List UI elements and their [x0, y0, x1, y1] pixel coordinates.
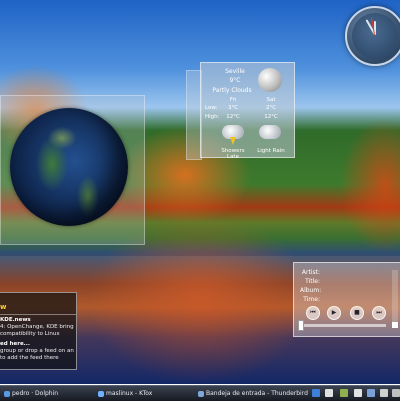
taskbar-task-kftox[interactable]: maslinux - KTox: [98, 389, 152, 399]
lightning-bolt-icon: [230, 137, 236, 145]
weather-day-name: Sat: [266, 97, 276, 103]
moon-cloud-icon: [258, 68, 282, 92]
tray-volume-icon[interactable]: [380, 389, 388, 397]
rain-cloud-icon: [259, 125, 281, 139]
seek-slider-handle[interactable]: [298, 320, 304, 331]
weather-widget[interactable]: Seville 9°C Partly Clouds Fri Sat Low: 3…: [200, 62, 295, 160]
tray-clock-icon[interactable]: [392, 389, 400, 397]
feed-item[interactable]: KDE.news 4: OpenChange, KDE bring compat…: [0, 317, 74, 338]
weather-day-low: 2°C: [265, 105, 277, 111]
play-icon[interactable]: ▶: [327, 306, 341, 320]
mail-icon: [198, 390, 204, 397]
tray-arrow-icon[interactable]: [325, 389, 333, 397]
weather-city: Seville: [225, 68, 245, 75]
feed-item-text: group or drop a feed on an to add the fe…: [0, 348, 74, 362]
earth-globe-icon[interactable]: [10, 108, 128, 226]
feed-divider: [0, 314, 76, 315]
taskbar-task-thunderbird[interactable]: Bandeja de entrada - Thunderbird: [198, 389, 308, 399]
weather-current-temp: 9°C: [229, 77, 241, 84]
feed-item-title: ed here...: [0, 341, 30, 347]
tray-monitor-icon[interactable]: [340, 389, 348, 397]
clock-face: [352, 13, 398, 59]
weather-day-high: 12°C: [264, 114, 278, 120]
weather-day-high: 12°C: [226, 114, 240, 120]
weather-day-condition: Showers Late: [221, 148, 245, 160]
stop-icon[interactable]: ■: [350, 306, 364, 320]
tray-network-icon[interactable]: [367, 389, 375, 397]
analog-clock-widget[interactable]: [345, 6, 400, 66]
weather-day-condition: Light Rain: [257, 148, 285, 154]
weather-day-low: 3°C: [227, 105, 239, 111]
feed-item-text: 4: OpenChange, KDE bring compatibility t…: [0, 324, 74, 338]
news-feed-widget[interactable]: w KDE.news 4: OpenChange, KDE bring comp…: [0, 292, 77, 370]
chat-icon: [98, 390, 104, 397]
feed-item-title: KDE.news: [0, 317, 31, 323]
weather-current-condition: Partly Clouds: [212, 87, 252, 94]
volume-level: [392, 322, 398, 328]
weather-day-name: Fri: [229, 97, 237, 103]
feed-title: w: [0, 303, 7, 311]
previous-icon[interactable]: ⏮: [306, 306, 320, 320]
seek-slider[interactable]: [300, 324, 386, 327]
tray-bluetooth-icon[interactable]: [312, 389, 320, 397]
player-title-label: Title:: [305, 278, 320, 285]
task-label: Bandeja de entrada - Thunderbird: [206, 390, 308, 397]
weather-high-label: High:: [205, 114, 220, 120]
task-label: maslinux - KTox: [106, 390, 153, 397]
next-icon[interactable]: ⏭: [372, 306, 386, 320]
taskbar-task-dolphin[interactable]: pedro · Dolphin: [4, 389, 58, 399]
task-label: pedro · Dolphin: [12, 390, 59, 397]
weather-low-label: Low:: [205, 105, 218, 111]
taskbar: pedro · Dolphin maslinux - KTox Bandeja …: [0, 385, 400, 401]
feed-item[interactable]: ed here... group or drop a feed on an to…: [0, 341, 74, 362]
folder-icon: [4, 390, 10, 397]
player-time-label: Time:: [303, 296, 320, 303]
volume-slider[interactable]: [392, 270, 398, 328]
player-album-label: Album:: [300, 287, 322, 294]
player-artist-label: Artist:: [301, 269, 320, 276]
tray-document-icon[interactable]: [354, 389, 362, 397]
